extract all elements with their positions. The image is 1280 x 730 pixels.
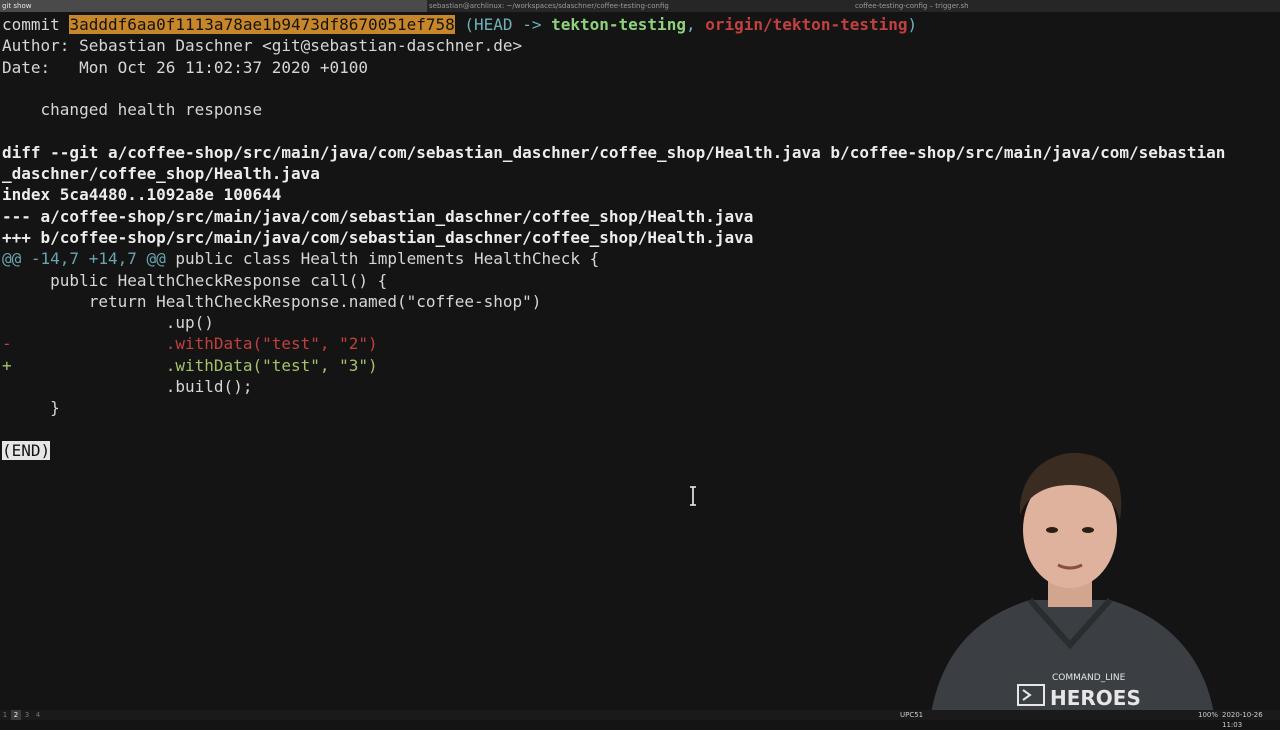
hunk-marker: @@ -14,7 +14,7 @@ (2, 249, 166, 269)
terminal-output[interactable]: commit 3adddf6aa0f1113a78ae1b9473df86700… (2, 14, 1280, 461)
diff-context-line: return HealthCheckResponse.named("coffee… (2, 291, 542, 311)
ref-comma: , (685, 15, 706, 34)
workspace-2[interactable]: 2 (11, 710, 21, 720)
workspace-3[interactable]: 3 (22, 710, 32, 720)
status-bar: 1 2 3 4 UPC51 100% 2020-10-26 11:03 (0, 710, 1280, 729)
tab-git-show[interactable]: git show (0, 0, 427, 12)
clock: 2020-10-26 11:03 (1222, 711, 1263, 729)
diff-header-wrap: _daschner/coffee_shop/Health.java (2, 164, 320, 184)
diff-added-line: + .withData("test", "3") (2, 355, 378, 375)
date-line: Date: Mon Oct 26 11:02:37 2020 +0100 (2, 57, 369, 77)
commit-line: commit 3adddf6aa0f1113a78ae1b9473df86700… (2, 14, 1280, 35)
diff-minus-file: --- a/coffee-shop/src/main/java/com/seba… (2, 206, 754, 226)
tab-trigger[interactable]: coffee-testing-config – trigger.sh (853, 0, 1280, 12)
workspace-1[interactable]: 1 (0, 710, 10, 720)
remote-branch: origin/tekton-testing (705, 15, 908, 34)
diff-index: index 5ca4480..1092a8e 100644 (2, 185, 282, 205)
diff-context-line: } (2, 398, 60, 418)
hunk-header: @@ -14,7 +14,7 @@ public class Health im… (2, 248, 1280, 269)
ref-close: ) (907, 15, 918, 34)
shirt-text-small: COMMAND_LINE (1052, 673, 1126, 683)
commit-message: changed health response (2, 100, 263, 120)
diff-removed-line: - .withData("test", "2") (2, 334, 378, 354)
diff-context-line: .build(); (2, 377, 253, 397)
shirt-text-large: HEROES (1050, 686, 1141, 710)
battery-status: 100% (1198, 711, 1219, 719)
presenter-webcam: COMMAND_LINE HEROES (930, 452, 1215, 720)
author-line: Author: Sebastian Daschner <git@sebastia… (2, 36, 523, 56)
diff-header: diff --git a/coffee-shop/src/main/java/c… (2, 142, 1226, 162)
network-status: UPC51 (900, 711, 924, 719)
diff-context-line: public HealthCheckResponse call() { (2, 270, 388, 290)
pager-end: (END) (2, 440, 51, 460)
commit-hash: 3adddf6aa0f1113a78ae1b9473df8670051ef758 (69, 15, 455, 34)
terminal-tab-bar: git show sebastian@archlinux: ~/workspac… (0, 0, 1280, 12)
diff-plus-file: +++ b/coffee-shop/src/main/java/com/seba… (2, 227, 754, 247)
commit-keyword: commit (2, 15, 60, 34)
workspace-4[interactable]: 4 (33, 710, 43, 720)
tab-shell[interactable]: sebastian@archlinux: ~/workspaces/sdasch… (427, 0, 853, 12)
local-branch: tekton-testing (551, 15, 686, 34)
hunk-context: public class Health implements HealthChe… (165, 249, 600, 269)
ref-open: (HEAD -> (464, 15, 552, 34)
diff-context-line: .up() (2, 313, 214, 333)
text-cursor-icon (690, 486, 696, 506)
